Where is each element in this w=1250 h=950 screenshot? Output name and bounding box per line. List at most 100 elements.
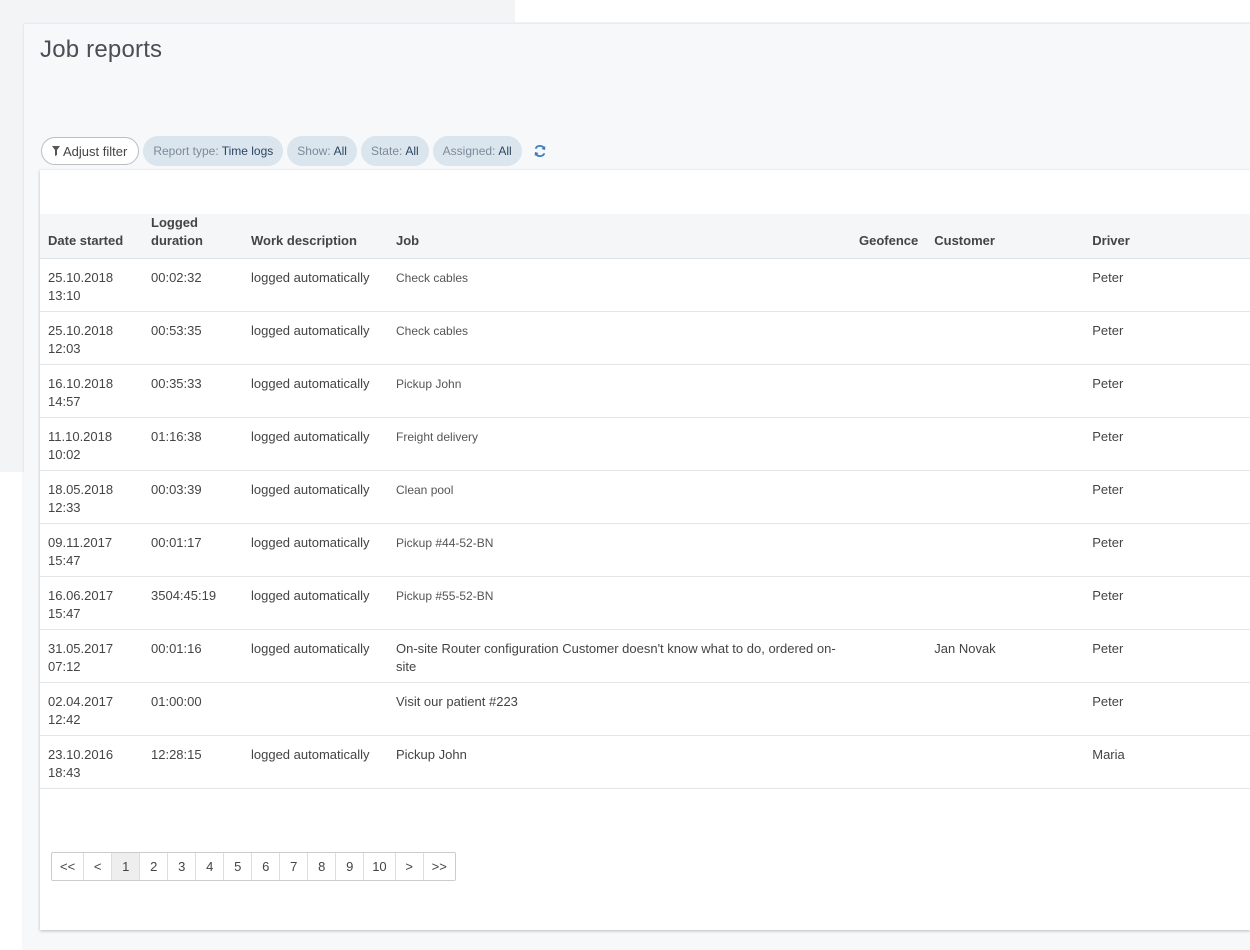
column-header-logged-duration[interactable]: Logged duration (143, 214, 243, 259)
cell-date: 16.10.2018 14:57 (40, 364, 143, 418)
pagination-first[interactable]: << (52, 853, 85, 880)
cell-driver: Peter (1084, 364, 1250, 418)
table-row[interactable]: 16.06.2017 15:47 3504:45:19 logged autom… (40, 576, 1250, 630)
cell-duration: 00:53:35 (143, 311, 243, 365)
column-header-work-description[interactable]: Work description (243, 214, 388, 259)
table-row[interactable]: 25.10.2018 13:10 00:02:32 logged automat… (40, 258, 1250, 312)
cell-job[interactable]: On-site Router configuration Customer do… (388, 629, 851, 683)
cell-work: logged automatically (243, 417, 388, 471)
cell-driver: Peter (1084, 258, 1250, 312)
cell-customer (926, 682, 1085, 736)
chip-key: Assigned: (442, 144, 496, 158)
chip-key: State: (370, 144, 403, 158)
cell-customer (926, 417, 1085, 471)
cell-geofence (851, 629, 927, 683)
adjust-filter-button[interactable]: Adjust filter (41, 137, 140, 165)
chip-value: All (405, 144, 419, 158)
filter-chip-state[interactable]: State: All (360, 136, 429, 166)
pagination-page-9[interactable]: 9 (336, 853, 365, 880)
cell-customer (926, 523, 1085, 577)
cell-work: logged automatically (243, 523, 388, 577)
table-row[interactable]: 16.10.2018 14:57 00:35:33 logged automat… (40, 364, 1250, 418)
chip-value: All (498, 144, 512, 158)
cell-job[interactable]: Pickup John (388, 735, 851, 789)
job-reports-table: Date started Logged duration Work descrip… (40, 214, 1250, 789)
pagination-page-7[interactable]: 7 (280, 853, 309, 880)
cell-geofence (851, 311, 927, 365)
background-top-left (0, 0, 515, 22)
cell-geofence (851, 417, 927, 471)
cell-job[interactable]: Pickup #55-52-BN (388, 576, 851, 630)
cell-duration: 01:16:38 (143, 417, 243, 471)
cell-job[interactable]: Check cables (388, 258, 851, 312)
cell-date: 31.05.2017 07:12 (40, 629, 143, 683)
pagination-last[interactable]: >> (424, 853, 455, 880)
cell-work: logged automatically (243, 258, 388, 312)
column-header-line: Logged (151, 215, 198, 230)
pagination-prev[interactable]: < (84, 853, 113, 880)
chip-value: All (333, 144, 347, 158)
column-header-date-started[interactable]: Date started (40, 214, 143, 259)
cell-work: logged automatically (243, 576, 388, 630)
cell-job[interactable]: Clean pool (388, 470, 851, 524)
pagination-page-3[interactable]: 3 (168, 853, 197, 880)
cell-driver: Peter (1084, 311, 1250, 365)
background-left-strip-lower (0, 472, 24, 950)
chip-key: Report type: (153, 144, 219, 158)
refresh-icon[interactable] (532, 143, 548, 159)
table-row[interactable]: 18.05.2018 12:33 00:03:39 logged automat… (40, 470, 1250, 524)
table-header-row: Date started Logged duration Work descrip… (40, 214, 1250, 259)
pagination-page-6[interactable]: 6 (252, 853, 281, 880)
pagination-page-2[interactable]: 2 (140, 853, 169, 880)
pagination-page-8[interactable]: 8 (308, 853, 337, 880)
table-row[interactable]: 09.11.2017 15:47 00:01:17 logged automat… (40, 523, 1250, 577)
page-title: Job reports (40, 36, 163, 63)
cell-work: logged automatically (243, 735, 388, 789)
cell-geofence (851, 470, 927, 524)
cell-date: 18.05.2018 12:33 (40, 470, 143, 524)
table-row[interactable]: 11.10.2018 10:02 01:16:38 logged automat… (40, 417, 1250, 471)
cell-date: 11.10.2018 10:02 (40, 417, 143, 471)
pagination-page-10[interactable]: 10 (364, 853, 396, 880)
cell-job[interactable]: Pickup John (388, 364, 851, 418)
table-row[interactable]: 25.10.2018 12:03 00:53:35 logged automat… (40, 311, 1250, 365)
cell-customer: Jan Novak (926, 629, 1085, 683)
cell-job[interactable]: Freight delivery (388, 417, 851, 471)
cell-geofence (851, 576, 927, 630)
cell-customer (926, 576, 1085, 630)
filter-chip-report-type[interactable]: Report type: Time logs (143, 136, 284, 166)
pagination-page-1[interactable]: 1 (112, 853, 141, 880)
cell-driver: Peter (1084, 629, 1250, 683)
cell-customer (926, 364, 1085, 418)
cell-date: 16.06.2017 15:47 (40, 576, 143, 630)
cell-customer (926, 470, 1085, 524)
cell-geofence (851, 523, 927, 577)
cell-job[interactable]: Pickup #44-52-BN (388, 523, 851, 577)
table-row[interactable]: 31.05.2017 07:12 00:01:16 logged automat… (40, 629, 1250, 683)
pagination-next[interactable]: > (396, 853, 424, 880)
pagination-page-5[interactable]: 5 (224, 853, 253, 880)
chip-key: Show: (297, 144, 331, 158)
cell-job[interactable]: Visit our patient #223 (388, 682, 851, 736)
cell-date: 25.10.2018 12:03 (40, 311, 143, 365)
cell-work (243, 682, 388, 736)
column-header-geofence[interactable]: Geofence (851, 214, 927, 259)
cell-duration: 12:28:15 (143, 735, 243, 789)
table-row[interactable]: 02.04.2017 12:42 01:00:00 Visit our pati… (40, 682, 1250, 736)
cell-duration: 00:01:17 (143, 523, 243, 577)
cell-job[interactable]: Check cables (388, 311, 851, 365)
cell-work: logged automatically (243, 470, 388, 524)
table-row[interactable]: 23.10.2016 18:43 12:28:15 logged automat… (40, 735, 1250, 789)
cell-customer (926, 258, 1085, 312)
cell-duration: 00:02:32 (143, 258, 243, 312)
cell-work: logged automatically (243, 629, 388, 683)
cell-date: 02.04.2017 12:42 (40, 682, 143, 736)
filter-chip-show[interactable]: Show: All (287, 136, 357, 166)
column-header-job[interactable]: Job (388, 214, 851, 259)
pagination-page-4[interactable]: 4 (196, 853, 225, 880)
column-header-line: duration (151, 233, 203, 248)
cell-duration: 00:01:16 (143, 629, 243, 683)
column-header-customer[interactable]: Customer (926, 214, 1085, 259)
column-header-driver[interactable]: Driver (1084, 214, 1250, 259)
filter-chip-assigned[interactable]: Assigned: All (432, 136, 522, 166)
